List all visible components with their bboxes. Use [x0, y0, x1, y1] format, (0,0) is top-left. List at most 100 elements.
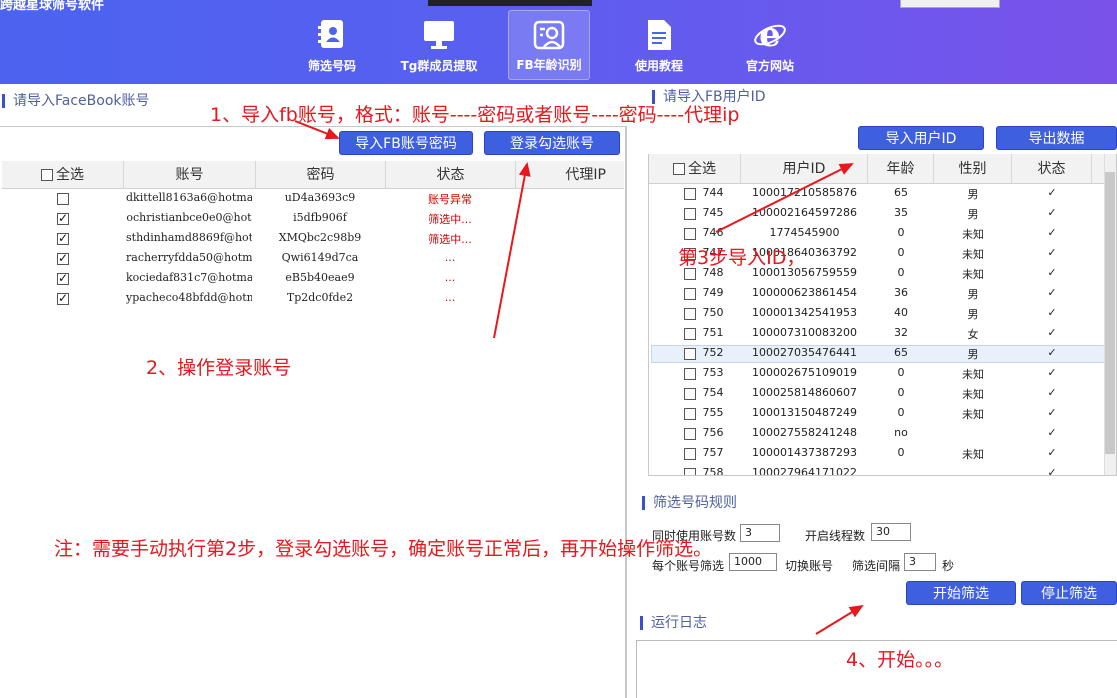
account-column-header: 账号: [124, 161, 256, 189]
account-row-checkbox[interactable]: [57, 193, 69, 205]
account-row-checkbox[interactable]: [57, 251, 69, 265]
user-row-checkbox[interactable]: [684, 228, 696, 240]
user-status-cell: ✓: [1047, 246, 1057, 259]
age-cell: 0: [897, 266, 905, 279]
nav-official-site[interactable]: e 官方网站: [725, 10, 815, 80]
user-status-cell: ✓: [1047, 186, 1057, 199]
user-select-all-checkbox[interactable]: [673, 163, 685, 175]
user-row-checkbox[interactable]: [684, 328, 696, 340]
user-table-header: 全选 用户ID 年龄 性别 状态: [649, 154, 1106, 184]
user-row-checkbox[interactable]: [684, 448, 696, 460]
gender-cell: 未知: [962, 228, 984, 241]
account-row-checkbox[interactable]: [57, 231, 69, 245]
concurrent-accounts-input[interactable]: 3: [740, 524, 780, 542]
user-select-all-header[interactable]: 全选: [649, 154, 741, 184]
user-row-number: 758: [702, 466, 724, 476]
user-status-cell: ✓: [1047, 366, 1057, 379]
gender-cell: 男: [967, 188, 979, 201]
svg-text:e: e: [759, 18, 781, 52]
annotation-step2: 2、操作登录账号: [146, 357, 292, 379]
age-cell: 0: [897, 366, 905, 379]
user-status-cell: ✓: [1047, 266, 1057, 279]
age-cell: 0: [897, 446, 905, 459]
user-id-cell: 100002164597286: [752, 206, 857, 219]
user-id-cell: 100027558241248: [752, 426, 857, 439]
gender-cell: 男: [967, 208, 979, 221]
proxy-column-header: 代理IP: [565, 167, 606, 183]
user-status-cell: ✓: [1047, 286, 1057, 299]
import-user-id-button[interactable]: 导入用户ID: [858, 126, 984, 150]
user-id-cell: 100000623861454: [752, 286, 857, 299]
filter-rules-title: 筛选号码规则: [642, 496, 737, 510]
age-cell: 0: [897, 386, 905, 399]
start-filter-button[interactable]: 开始筛选: [906, 581, 1016, 605]
nav-fb-age[interactable]: FB年龄识别: [508, 10, 590, 80]
user-status-cell: ✓: [1047, 306, 1057, 319]
account-row-checkbox[interactable]: [57, 271, 69, 285]
user-row-checkbox[interactable]: [684, 408, 696, 420]
browser-e-icon: e: [754, 18, 786, 52]
select-all-checkbox[interactable]: [41, 169, 53, 181]
user-row-checkbox[interactable]: [684, 288, 696, 300]
user-row-checkbox[interactable]: [684, 368, 696, 380]
gender-cell: 女: [967, 328, 979, 341]
user-id-cell: 100013150487249: [752, 406, 857, 419]
user-row-checkbox[interactable]: [684, 348, 696, 360]
password-column-header: 密码: [256, 161, 386, 189]
password-cell: i5dfb906f: [293, 211, 347, 224]
import-fb-accounts-button[interactable]: 导入FB账号密码: [339, 131, 473, 155]
arrow-step4: [815, 604, 864, 635]
account-row-checkbox[interactable]: [57, 211, 69, 225]
per-account-input[interactable]: 1000: [729, 553, 777, 571]
user-id-column-header: 用户ID: [741, 154, 868, 184]
user-id-cell: 100025814860607: [752, 386, 857, 399]
user-row-checkbox[interactable]: [684, 208, 696, 220]
user-row-checkbox[interactable]: [684, 388, 696, 400]
user-row-checkbox[interactable]: [684, 188, 696, 200]
interval-input[interactable]: 3: [904, 553, 936, 571]
user-table-scrollbar[interactable]: [1104, 154, 1116, 475]
annotation-step1: 1、导入fb账号，格式：账号----密码或者账号----密码----代理ip: [210, 104, 740, 126]
login-selected-button[interactable]: 登录勾选账号: [484, 131, 620, 155]
account-status-cell: 账号异常: [428, 193, 472, 206]
user-status-column-header: 状态: [1012, 154, 1092, 184]
export-data-button[interactable]: 导出数据: [996, 126, 1117, 150]
nav-tg-members[interactable]: Tg群成员提取: [394, 10, 484, 80]
user-status-cell: ✓: [1047, 386, 1057, 399]
account-status-cell: 筛选中...: [428, 213, 472, 226]
gender-cell: 未知: [962, 268, 984, 281]
panel-divider: [626, 126, 627, 698]
user-id-cell: 100001437387293: [752, 446, 857, 459]
user-row-number: 754: [702, 386, 724, 399]
nav-tutorial[interactable]: 使用教程: [614, 10, 704, 80]
gender-cell: 男: [967, 288, 979, 301]
threads-input[interactable]: 30: [871, 523, 911, 541]
user-row-number: 746: [702, 226, 724, 239]
app-title: 跨越星球筛号软件: [0, 0, 105, 13]
annotation-note: 注：需要手动执行第2步，登录勾选账号，确定账号正常后，再开始操作筛选。: [54, 538, 713, 560]
language-button[interactable]: [900, 0, 1000, 8]
user-row-checkbox[interactable]: [684, 308, 696, 320]
nav-filter-numbers[interactable]: 筛选号码: [287, 10, 377, 80]
account-cell: racherryfdda50@hotma: [126, 251, 252, 264]
stop-filter-button[interactable]: 停止筛选: [1021, 581, 1117, 605]
select-all-header[interactable]: 全选: [2, 161, 124, 189]
age-cell: 65: [894, 346, 908, 359]
age-cell: 0: [897, 246, 905, 259]
user-row-checkbox[interactable]: [684, 468, 696, 475]
age-cell: 40: [894, 306, 908, 319]
account-cell: kociedaf831c7@hotmai: [126, 271, 252, 284]
age-cell: 0: [897, 226, 905, 239]
password-cell: eB5b40eae9: [285, 271, 355, 284]
user-row-number: 751: [702, 326, 724, 339]
gender-cell: 未知: [962, 408, 984, 421]
accounts-table-header: 全选 账号 密码 状态 代理IP: [2, 161, 624, 189]
user-row-number: 755: [702, 406, 724, 419]
run-log-title: 运行日志: [640, 616, 707, 630]
password-cell: Tp2dc0fde2: [286, 291, 354, 304]
user-row-checkbox[interactable]: [684, 428, 696, 440]
account-cell: dkittell8163a6@hotma: [126, 191, 252, 204]
account-status-cell: 筛选中...: [428, 233, 472, 246]
scrollbar-thumb[interactable]: [1105, 172, 1115, 454]
account-row-checkbox[interactable]: [57, 291, 69, 305]
